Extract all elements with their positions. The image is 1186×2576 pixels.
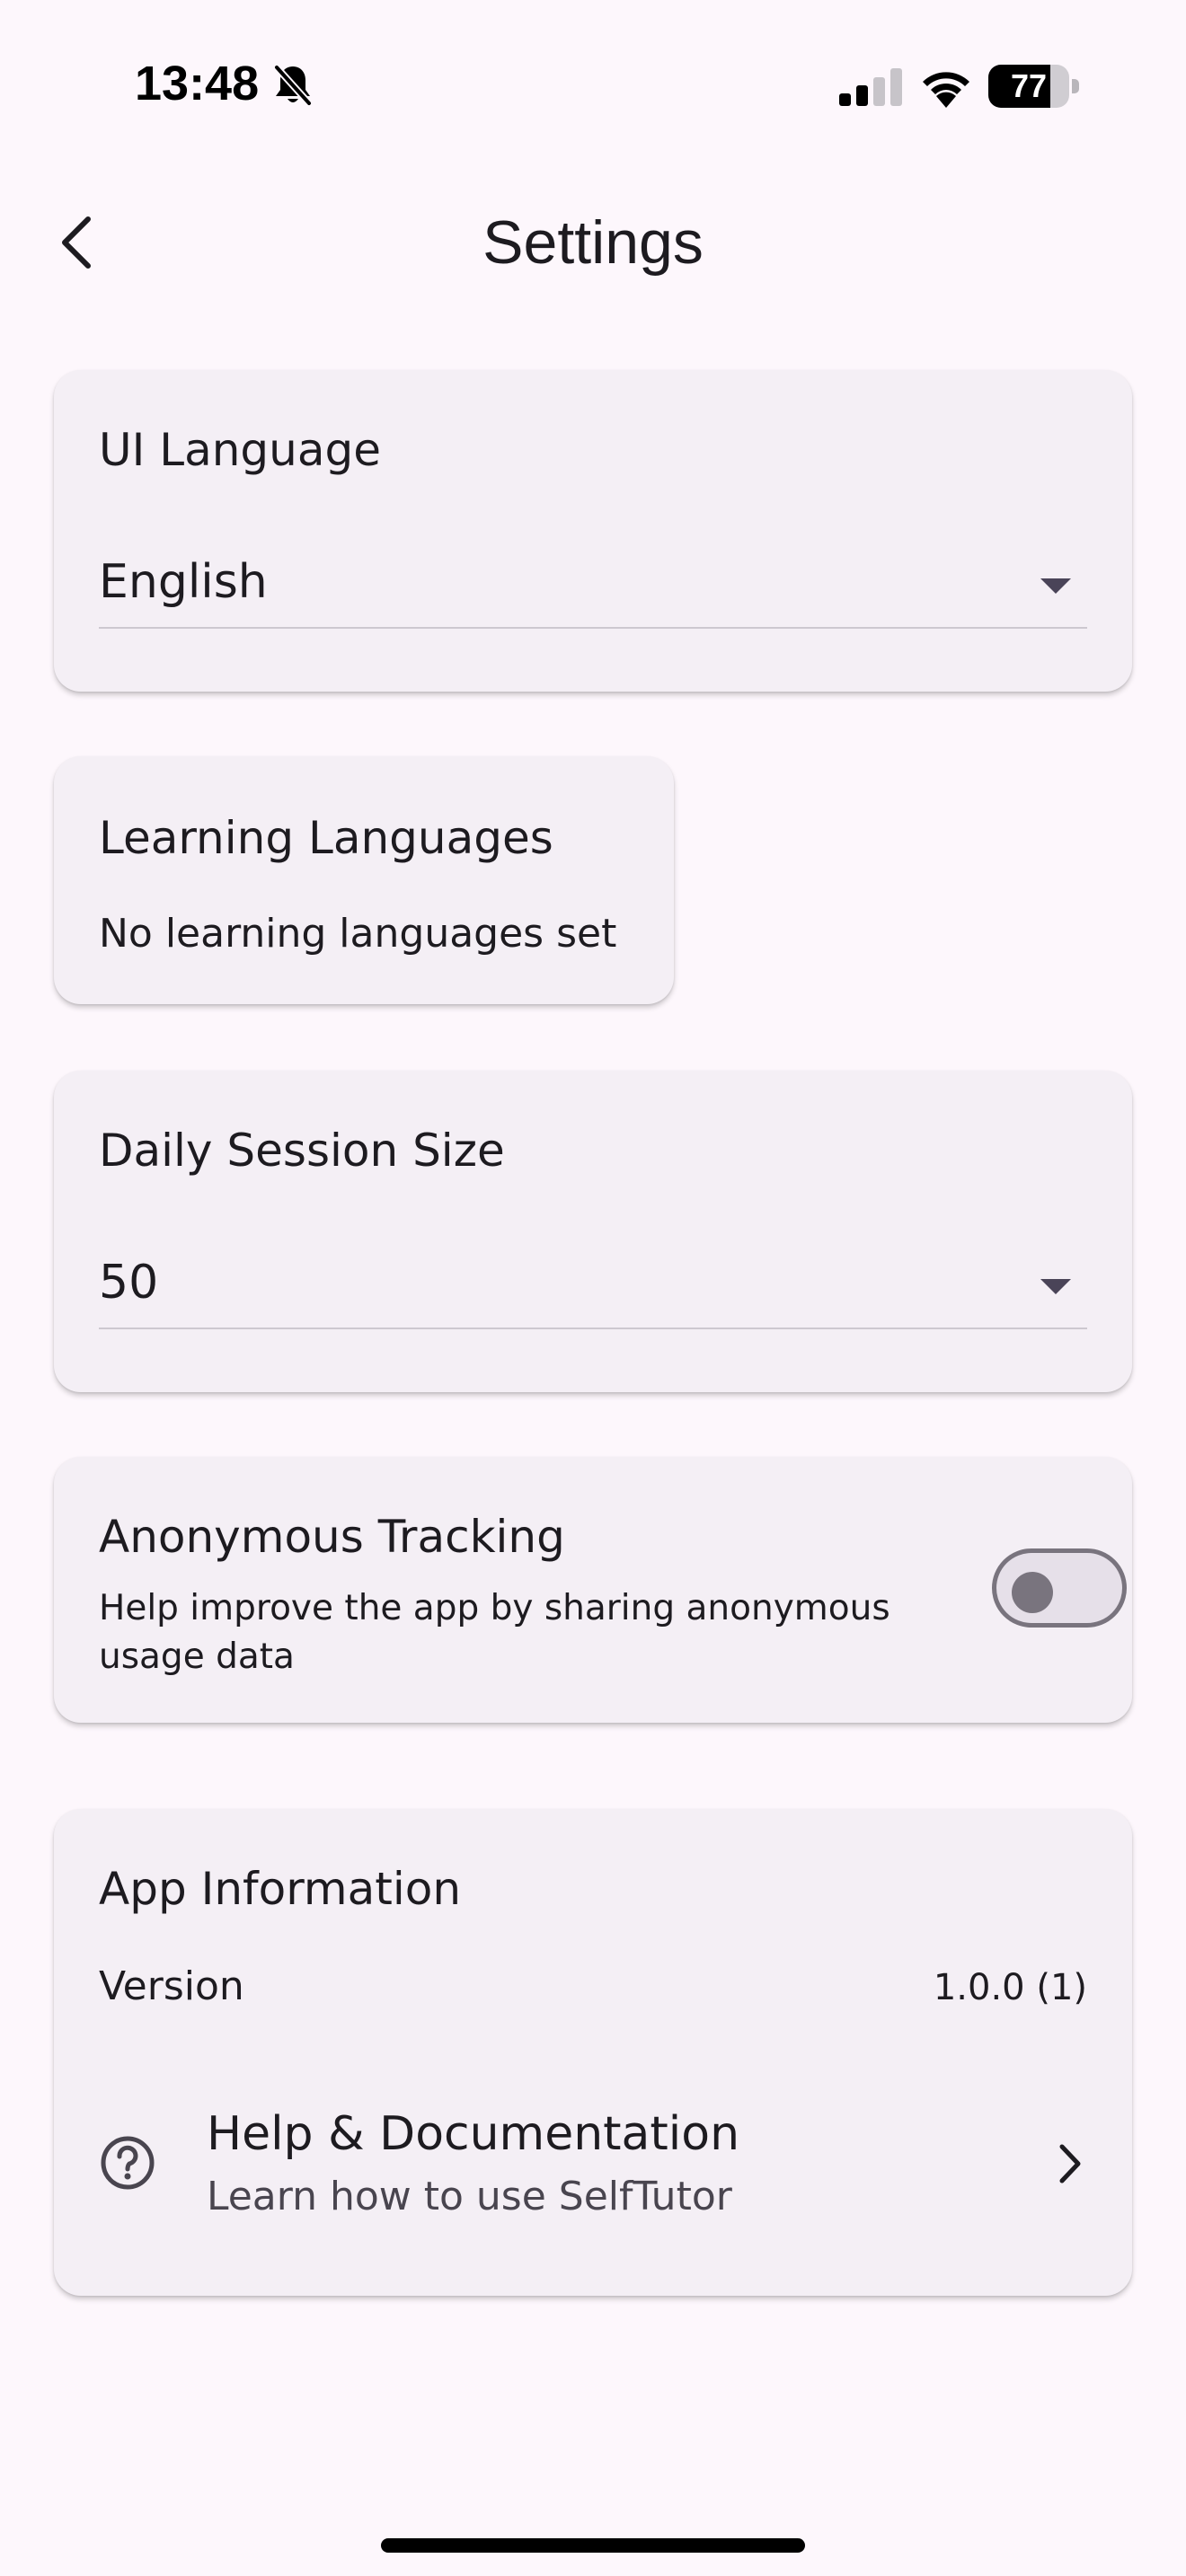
app-info-title: App Information	[99, 1863, 462, 1915]
status-bar: 13:48 77	[0, 0, 1186, 180]
tracking-description-line2: usage data	[99, 1636, 295, 1677]
status-time: 13:48	[135, 57, 260, 110]
learning-languages-card: Learning Languages No learning languages…	[54, 756, 674, 1004]
help-title: Help & Documentation	[207, 2107, 740, 2161]
chevron-down-icon	[1040, 578, 1071, 594]
help-documentation-item[interactable]: Help & Documentation Learn how to use Se…	[54, 2078, 1132, 2249]
version-value: 1.0.0 (1)	[933, 1967, 1087, 2008]
chevron-down-icon	[1040, 1279, 1071, 1294]
help-circle-icon	[101, 2136, 155, 2190]
wifi-icon	[923, 72, 969, 108]
back-button[interactable]	[40, 198, 111, 287]
bell-slash-icon	[274, 65, 312, 106]
learning-languages-empty: No learning languages set	[99, 911, 617, 957]
daily-session-value: 50	[99, 1256, 159, 1310]
battery-level: 77	[1010, 67, 1048, 104]
daily-session-title: Daily Session Size	[99, 1125, 505, 1177]
chevron-right-icon	[1059, 2144, 1081, 2183]
ui-language-dropdown[interactable]: English	[99, 537, 1087, 629]
battery-icon: 77	[988, 65, 1082, 108]
tracking-title: Anonymous Tracking	[99, 1511, 565, 1563]
home-indicator	[381, 2538, 805, 2553]
app-bar: Settings	[0, 180, 1186, 314]
toggle-knob	[1012, 1572, 1053, 1613]
tracking-description-line1: Help improve the app by sharing anonymou…	[99, 1588, 890, 1628]
version-label: Version	[99, 1963, 244, 2009]
page-title: Settings	[482, 208, 704, 277]
app-info-card: App Information Version 1.0.0 (1) Help &…	[54, 1809, 1132, 2296]
chevron-left-icon	[62, 216, 91, 269]
cellular-signal-icon	[839, 68, 902, 106]
ui-language-title: UI Language	[99, 424, 381, 476]
tracking-card: Anonymous Tracking Help improve the app …	[54, 1457, 1132, 1723]
help-subtitle: Learn how to use SelfTutor	[207, 2174, 732, 2219]
daily-session-card: Daily Session Size 50	[54, 1071, 1132, 1392]
daily-session-dropdown[interactable]: 50	[99, 1238, 1087, 1329]
tracking-toggle[interactable]	[992, 1548, 1127, 1628]
ui-language-card: UI Language English	[54, 370, 1132, 692]
ui-language-value: English	[99, 555, 268, 609]
learning-languages-title: Learning Languages	[99, 812, 553, 864]
